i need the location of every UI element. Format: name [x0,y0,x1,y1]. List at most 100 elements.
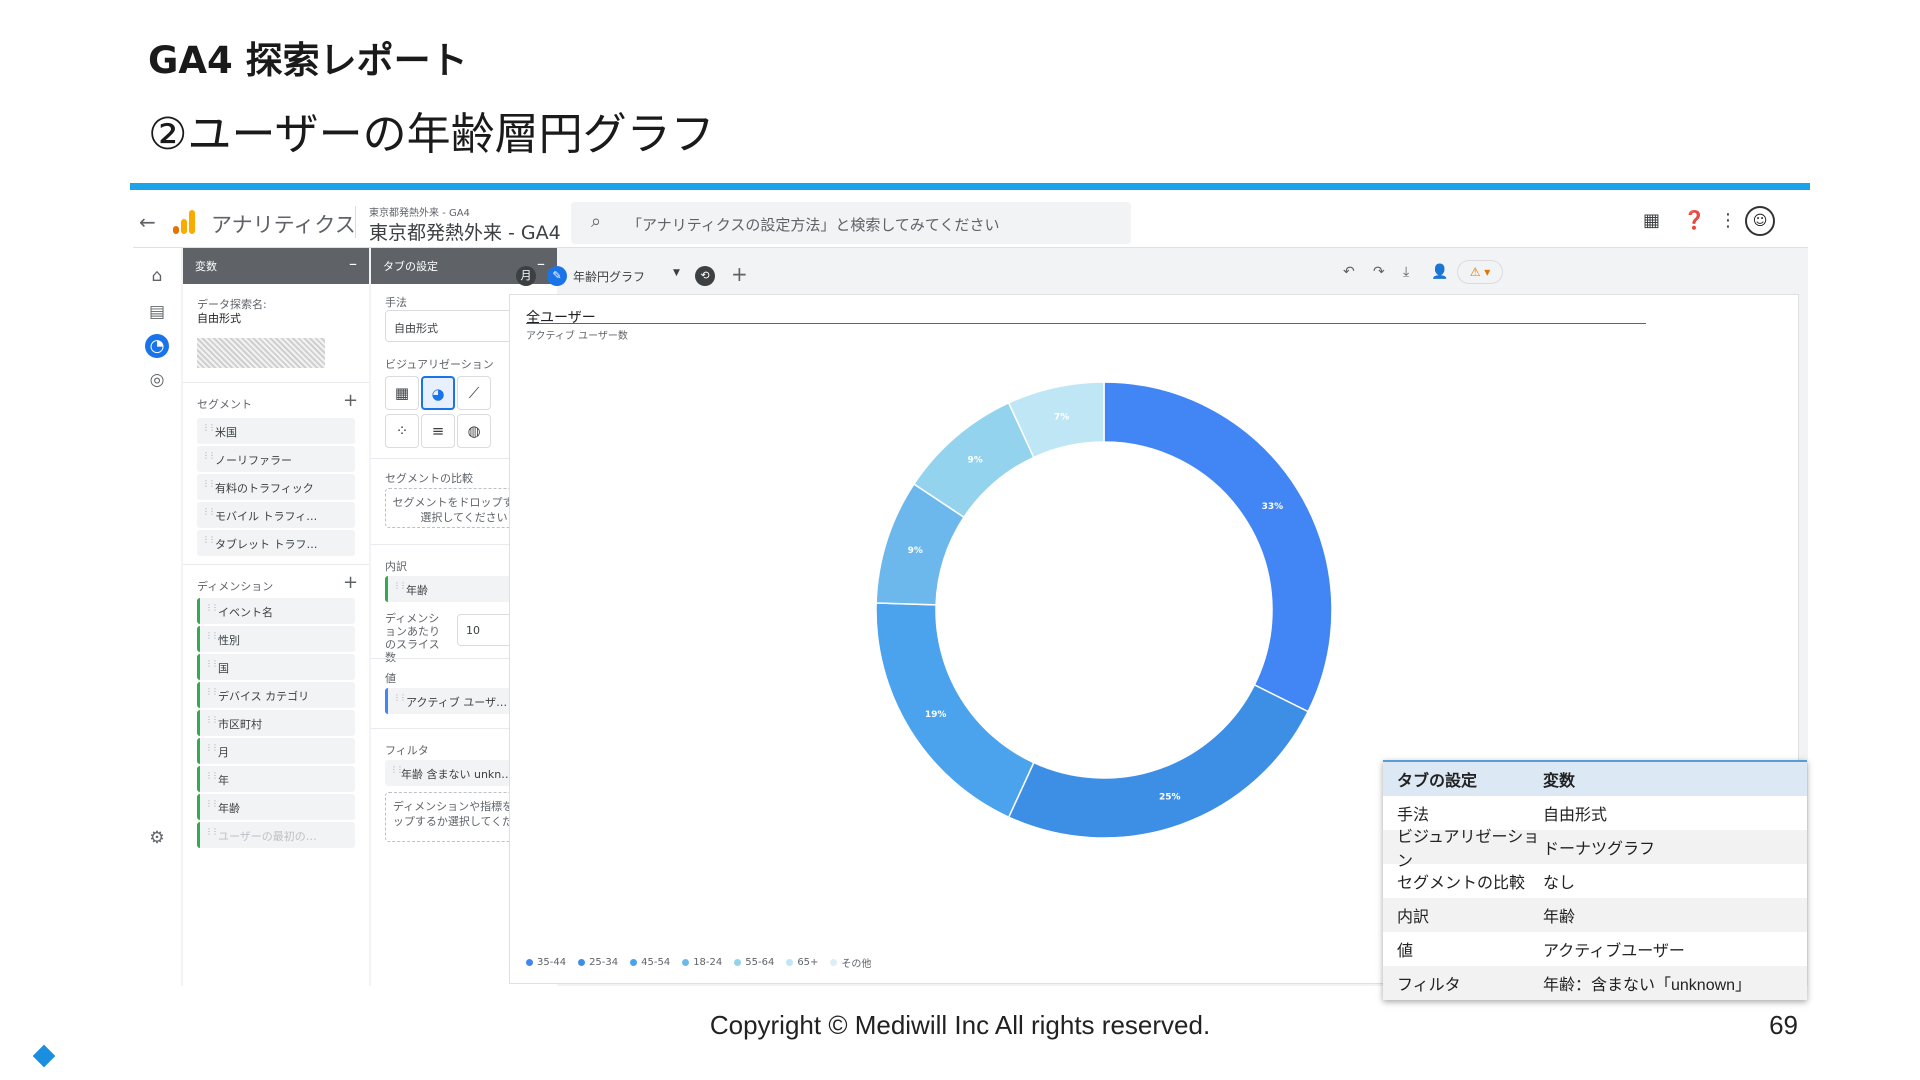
segment-chip[interactable]: 有料のトラフィック [197,474,355,500]
month-circle-icon[interactable]: 月 [516,266,536,286]
explore-icon[interactable]: ◔ [145,334,169,358]
legend-item-35-44[interactable]: 35-44 [526,955,566,970]
donut-slice-25-34[interactable] [1007,683,1310,839]
table-cell: アクティブユーザー [1543,943,1685,960]
download-icon[interactable]: ⤓ [1403,264,1409,280]
more-vert-icon[interactable]: ⋮ [1719,210,1737,231]
header-cell: 変数 [1543,773,1576,790]
settings-gear-icon[interactable]: ⚙ [145,826,169,850]
segment-chip[interactable]: 米国 [197,418,355,444]
topbar-divider [355,206,356,238]
blurred-date-range[interactable] [197,338,325,368]
dimension-chip[interactable]: 市区町村 [197,710,355,736]
table-cell: 内訳 [1397,909,1430,926]
dimension-chip[interactable]: 国 [197,654,355,680]
avatar[interactable]: ☺ [1745,206,1775,236]
reports-icon[interactable]: ▤ [145,300,169,324]
exploration-name-value[interactable]: 自由形式 [197,310,241,326]
legend-label: 35-44 [537,957,567,968]
app-name: アナリティクス [211,213,356,237]
legend-dot [734,959,742,966]
dimension-chip[interactable]: ユーザーの最初の… [197,822,355,848]
slice-label-55-64: 9% [968,456,983,466]
tab-dropdown-icon[interactable]: ▼ [673,268,680,278]
legend-dot [578,959,586,966]
donut-viz-icon[interactable]: ◕ [421,376,455,410]
add-segment-icon[interactable]: + [343,390,358,411]
legend-dot [630,959,638,966]
legend-item-45-54[interactable]: 45-54 [630,955,670,970]
legend-item-25-34[interactable]: 25-34 [578,955,618,970]
analytics-logo-icon [173,210,197,234]
tab-2-icon[interactable]: ⟲ [695,266,715,286]
geo-map-viz-icon[interactable]: ◍ [457,414,491,448]
collapse-icon[interactable]: – [537,254,545,273]
add-tab-icon[interactable]: + [731,262,748,286]
dimension-chip[interactable]: イベント名 [197,598,355,624]
edit-pencil-icon[interactable]: ✎ [547,266,567,286]
page-number: 69 [1769,1010,1798,1040]
apps-grid-icon[interactable]: ▦ [1643,210,1660,231]
table-row: 値 アクティブユーザー [1383,932,1807,966]
dimension-chip[interactable]: 年 [197,766,355,792]
rows-value: 10 [466,624,480,637]
segment-chip[interactable]: タブレット トラフ… [197,530,355,556]
property-selector[interactable]: 東京都発熱外来 - GA4 [369,218,561,245]
legend-label: 25-34 [589,957,619,968]
dimensions-label: ディメンション [197,580,274,593]
dimension-chip[interactable]: 年齢 [197,794,355,820]
warning-icon[interactable]: ⚠ ▾ [1457,260,1503,284]
legend-item-55-64[interactable]: 55-64 [734,955,774,970]
technique-value: 自由形式 [394,322,438,335]
share-user-icon[interactable]: 👤 [1431,264,1448,280]
scatter-viz-icon[interactable]: ⁘ [385,414,419,448]
collapse-icon[interactable]: – [349,254,357,273]
table-cell: 年齢：含まない「unknown」 [1543,977,1752,994]
header-cell: タブの設定 [1397,773,1478,790]
search-icon: ⌕ [591,211,602,232]
table-cell: ビジュアリゼーション [1397,829,1540,870]
dimension-chip[interactable]: デバイス カテゴリ [197,682,355,708]
table-header: タブの設定 変数 [1383,762,1807,796]
left-nav-rail: ⌂ ▤ ◔ ◎ ⚙ [133,248,181,986]
line-viz-icon[interactable]: ⟋ [457,376,491,410]
segment-chip[interactable]: ノーリファラー [197,446,355,472]
legend-item-18-24[interactable]: 18-24 [682,955,722,970]
add-dimension-icon[interactable]: + [343,572,358,593]
segments-label: セグメント [197,398,252,411]
legend-item-65+[interactable]: 65+ [786,955,818,970]
dimension-chip[interactable]: 月 [197,738,355,764]
back-arrow-icon[interactable]: ← [139,210,156,234]
table-cell: フィルタ [1397,977,1461,994]
variables-panel: 変数 – データ探索名: 自由形式 セグメント + 米国 ノーリファラー 有料の… [183,248,369,986]
visualization-label: ビジュアリゼーション [385,358,494,371]
donut-slice-35-44[interactable] [1103,381,1333,713]
undo-icon[interactable]: ↶ [1343,264,1355,280]
tab-settings-header-label: タブの設定 [383,260,438,273]
advertising-icon[interactable]: ◎ [145,368,169,392]
values-label: 値 [385,672,396,685]
segment-chip[interactable]: モバイル トラフィ… [197,502,355,528]
help-icon[interactable]: ❓ [1683,210,1705,231]
dimension-chip[interactable]: 性別 [197,626,355,652]
table-cell: 手法 [1397,807,1430,824]
table-cell: セグメントの比較 [1397,875,1526,892]
diamond-bullet-icon [32,1044,56,1068]
variables-panel-header: 変数 – [183,248,369,284]
legend-label: 55-64 [745,957,775,968]
property-path[interactable]: 東京都発熱外来 - GA4 [369,204,470,219]
donut-slice-45-54[interactable] [875,602,1035,819]
search-placeholder: 「アナリティクスの設定方法」と検索してみてください [627,216,1000,234]
separator [183,382,369,383]
bar-viz-icon[interactable]: ≡ [421,414,455,448]
table-cell: 年齢 [1543,909,1576,926]
slice-label-18-24: 9% [908,546,923,556]
table-viz-icon[interactable]: ▦ [385,376,419,410]
copyright-footer: Copyright © Mediwill Inc All rights rese… [709,1010,1211,1040]
title-rule [130,183,1810,190]
redo-icon[interactable]: ↷ [1373,264,1385,280]
slice-label-35-44: 33% [1262,502,1284,512]
home-icon[interactable]: ⌂ [145,264,169,288]
search-bar[interactable]: ⌕ 「アナリティクスの設定方法」と検索してみてください [571,202,1131,244]
legend-item-その他[interactable]: その他 [830,955,871,970]
